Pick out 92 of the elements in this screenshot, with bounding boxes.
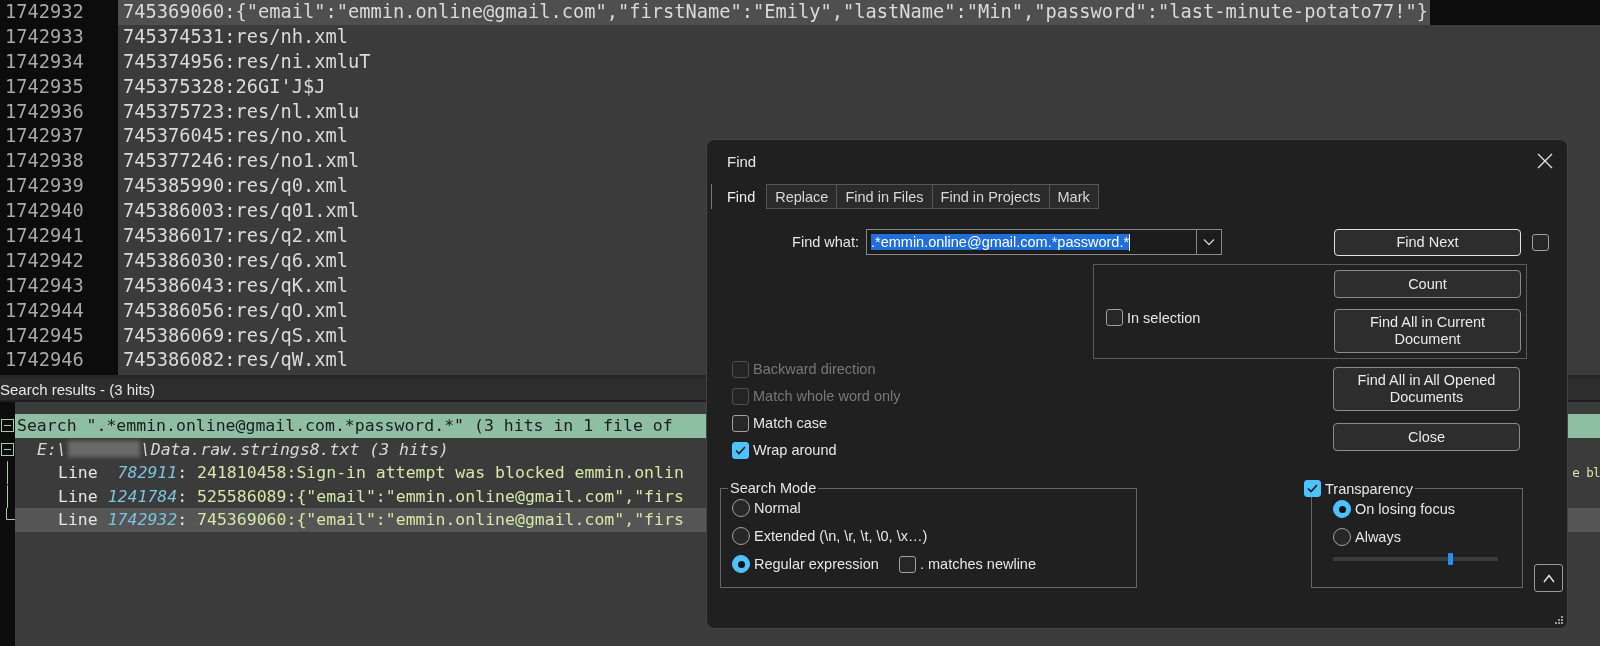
checkbox-label: Match whole word only (753, 388, 901, 404)
code-line: 745375723:res/nl.xmlu (122, 99, 360, 124)
hit-text: 745369060:{"email":"emmin.online@gmail.com","firs (197, 510, 684, 530)
checkbox[interactable] (1304, 480, 1321, 497)
checkbox-label[interactable]: Match case (753, 415, 828, 431)
line-number: 1742939 (4, 174, 85, 199)
line-number: 1742933 (4, 24, 85, 49)
checkmark-icon (735, 445, 746, 455)
code-line: 745386017:res/q2.xml (122, 224, 349, 248)
code-line: 745386082:res/qW.xml (122, 348, 349, 373)
radio-label[interactable]: Extended (\n, \r, \t, \0, \x…) (754, 528, 928, 544)
group-title: Search Mode (729, 480, 818, 496)
hit-text: 241810458:Sign-in attempt was blocked emmin.onlin (197, 463, 684, 483)
find-all-button[interactable]: Find All in All Opened Documents (1333, 367, 1520, 411)
panel-title: Search results - (3 hits) (0, 380, 156, 398)
dialog-title: Find (727, 152, 757, 170)
line-number: 1742932 (107, 510, 178, 530)
checkbox[interactable] (1106, 309, 1123, 326)
line-number: 1742942 (4, 248, 85, 273)
radio-button[interactable] (732, 527, 750, 545)
find-next-button[interactable]: Find Next (1334, 228, 1521, 256)
find-what-field[interactable]: .*emmin.online@gmail.com.*password.* (866, 229, 1222, 255)
line-number: 1742935 (4, 74, 85, 99)
collapse-icon[interactable] (1, 419, 14, 433)
line-number: 782911 (116, 463, 178, 483)
checkbox[interactable] (732, 441, 749, 459)
radio-label[interactable]: Regular expression (754, 556, 879, 572)
line-number: 1742932 (4, 0, 85, 24)
checkbox-label[interactable]: In selection (1127, 309, 1201, 326)
file-path: E:\ (37, 439, 67, 459)
line-number: 1742946 (4, 348, 85, 373)
code-line: 745385990:res/q0.xml (122, 174, 349, 199)
radio-button[interactable] (1333, 528, 1351, 546)
code-line: 745375328:26GI'J$J (122, 74, 326, 99)
hit-separator: : (177, 510, 188, 530)
radio-label[interactable]: Always (1355, 529, 1401, 545)
hit-text: e bl (1572, 465, 1600, 481)
count-button[interactable]: Count (1334, 270, 1521, 298)
close-icon[interactable] (1537, 153, 1553, 169)
code-line: 745386003:res/q01.xml (122, 199, 360, 224)
tab[interactable]: Find (711, 184, 768, 209)
line-number: 1742934 (4, 49, 85, 74)
code-line: 745386030:res/q6.xml (122, 248, 349, 273)
close-button[interactable]: Close (1333, 423, 1520, 451)
tab[interactable]: Find in Files (836, 184, 933, 209)
line-number: 1742941 (4, 224, 85, 248)
code-line: 745377246:res/no1.xml (122, 149, 360, 174)
chevron-down-icon (1203, 238, 1215, 246)
hit-label: Line (58, 510, 98, 530)
checkbox-label[interactable]: Transparency (1325, 480, 1414, 497)
line-number: 1742936 (4, 99, 85, 124)
code-line: 745386069:res/qS.xml (122, 323, 349, 348)
checkbox[interactable] (732, 414, 749, 432)
hit-label: Line (58, 463, 98, 483)
file-path: \Data.raw.strings8.txt (3 hits) (140, 439, 449, 459)
code-line: 745376045:res/no.xml (122, 124, 349, 149)
tab[interactable]: Find in Projects (931, 184, 1050, 209)
tab[interactable]: Mark (1048, 184, 1099, 209)
line-number: 1742944 (4, 298, 85, 323)
checkmark-icon (1307, 484, 1318, 493)
code-line: 745386043:res/qK.xml (122, 273, 349, 298)
code-line: 745386056:res/qO.xml (122, 298, 349, 323)
tab[interactable]: Replace (766, 184, 838, 209)
radio-label[interactable]: On losing focus (1355, 501, 1455, 517)
hit-separator: : (177, 463, 188, 483)
line-number: 1742943 (4, 273, 85, 298)
slider-thumb[interactable] (1448, 553, 1454, 565)
checkbox-label: Backward direction (753, 361, 876, 377)
collapse-icon[interactable] (1, 442, 14, 456)
line-number: 1742938 (4, 149, 85, 174)
line-number: 1742945 (4, 323, 85, 348)
chevron-up-icon (1542, 573, 1555, 583)
radio-button[interactable] (1333, 500, 1351, 518)
collapse-button[interactable] (1534, 564, 1563, 592)
line-number: 1742937 (4, 124, 85, 149)
checkbox[interactable] (898, 555, 916, 573)
code-line: 745374956:res/ni.xmluT (122, 49, 371, 74)
line-number: 1742940 (4, 199, 85, 224)
radio-label[interactable]: Normal (754, 500, 801, 516)
radio-button[interactable] (732, 499, 750, 517)
hit-label: Line (58, 486, 98, 506)
resize-grip-icon[interactable] (1554, 615, 1563, 624)
code-line: 745374531:res/nh.xml (122, 24, 349, 49)
checkbox-label[interactable]: Wrap around (753, 442, 837, 458)
checkbox-label[interactable]: . matches newline (919, 556, 1036, 572)
checkbox[interactable] (1532, 233, 1549, 251)
line-number: 1241784 (107, 486, 178, 506)
hit-separator: : (177, 486, 188, 506)
field-label: Find what: (791, 234, 860, 250)
hit-text: 525586089:{"email":"emmin.online@gmail.com","firs (197, 486, 684, 506)
radio-button[interactable] (732, 555, 750, 573)
find-all-button[interactable]: Find All in Current Document (1334, 309, 1521, 353)
